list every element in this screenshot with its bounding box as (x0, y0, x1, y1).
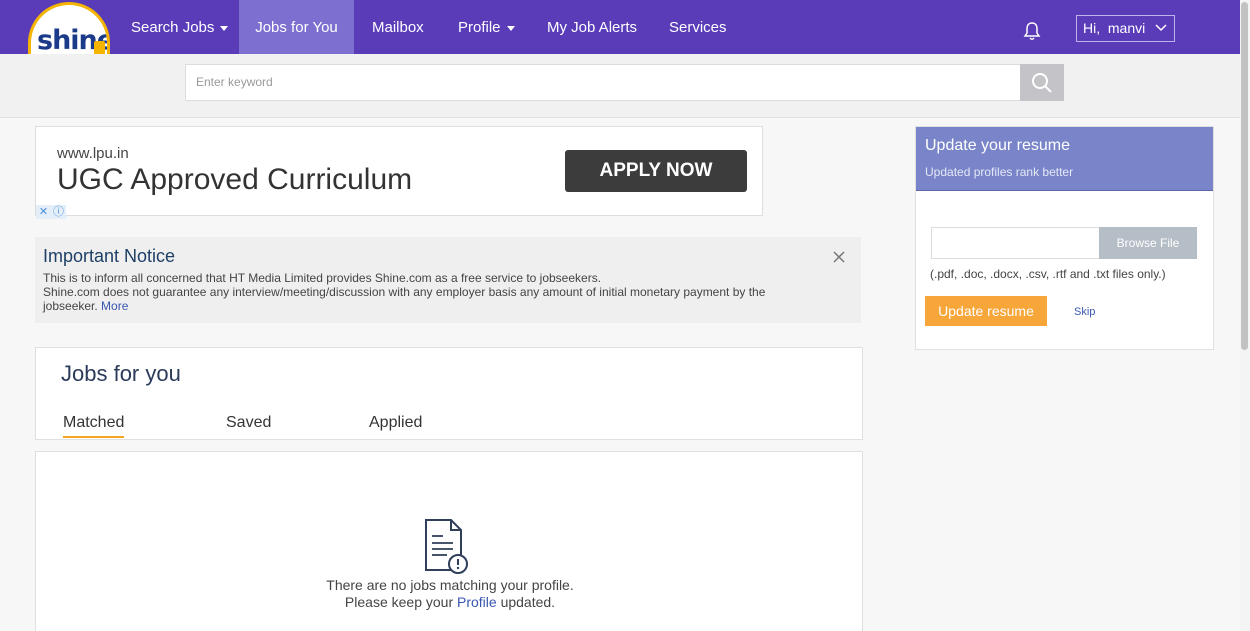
nav-mailbox-label: Mailbox (372, 19, 424, 36)
browse-file-button[interactable]: Browse File (1099, 227, 1197, 259)
nav-job-alerts-label: My Job Alerts (547, 19, 638, 36)
search-button[interactable] (1020, 64, 1064, 101)
file-path-field[interactable] (931, 227, 1100, 259)
profile-link[interactable]: Profile (457, 594, 497, 610)
update-resume-panel: Update your resume Updated profiles rank… (915, 126, 1214, 350)
logo-com-badge (94, 41, 105, 55)
search-placeholder: Enter keyword (196, 75, 273, 89)
nav-profile-label: Profile (458, 19, 501, 36)
nav-services[interactable]: Services (669, 0, 727, 54)
search-icon (1032, 73, 1052, 93)
empty-suffix: updated. (500, 594, 556, 610)
jobs-for-you-card: Jobs for you Matched Saved Applied (35, 347, 863, 440)
notice-line-2: Shine.com does not guarantee any intervi… (43, 285, 766, 313)
search-strip: Enter keyword (0, 54, 1250, 118)
top-navbar: shine Search Jobs Jobs for You Mailbox P… (0, 0, 1250, 58)
tab-applied[interactable]: Applied (369, 414, 422, 432)
search-input[interactable]: Enter keyword (185, 64, 1021, 101)
document-alert-icon (425, 519, 468, 574)
ad-banner[interactable]: www.lpu.in UGC Approved Curriculum APPLY… (35, 126, 763, 219)
ad-url: www.lpu.in (57, 145, 129, 162)
resume-subtitle: Updated profiles rank better (925, 165, 1074, 179)
bell-icon[interactable] (1021, 20, 1043, 42)
close-icon[interactable] (832, 250, 846, 264)
shine-logo[interactable]: shine (28, 2, 110, 58)
ad-choices[interactable]: ✕ ⓘ (36, 202, 68, 219)
nav-search-jobs[interactable]: Search Jobs (131, 0, 229, 54)
notice-more-link[interactable]: More (101, 299, 128, 313)
caret-down-icon (220, 25, 229, 31)
nav-profile[interactable]: Profile (458, 0, 515, 54)
update-resume-button[interactable]: Update resume (925, 296, 1047, 326)
resume-title: Update your resume (925, 137, 1070, 154)
empty-prefix: Please keep your (344, 594, 454, 610)
empty-message-line-2: Please keep your Profile updated. (36, 594, 864, 610)
nav-search-jobs-label: Search Jobs (131, 19, 215, 36)
notice-title: Important Notice (43, 246, 176, 266)
jobs-title: Jobs for you (61, 361, 181, 386)
tab-saved[interactable]: Saved (226, 414, 271, 432)
skip-link[interactable]: Skip (1074, 306, 1095, 318)
scrollbar-thumb[interactable] (1241, 2, 1248, 350)
ad-title: UGC Approved Curriculum (57, 163, 413, 196)
empty-jobs-state: There are no jobs matching your profile.… (35, 451, 863, 631)
important-notice: Important Notice This is to inform all c… (35, 237, 861, 323)
nav-jobs-for-you-label: Jobs for You (255, 19, 338, 36)
resume-header: Update your resume Updated profiles rank… (916, 127, 1213, 191)
notice-body: This is to inform all concerned that HT … (43, 271, 803, 313)
nav-services-label: Services (669, 19, 727, 36)
nav-mailbox[interactable]: Mailbox (372, 0, 424, 54)
ad-info-icon[interactable]: ⓘ (51, 205, 66, 219)
file-types-note: (.pdf, .doc, .docx, .csv, .rtf and .txt … (930, 267, 1166, 281)
chevron-down-icon (1155, 24, 1167, 32)
empty-message-line-1: There are no jobs matching your profile. (326, 577, 574, 593)
nav-jobs-for-you[interactable]: Jobs for You (239, 0, 354, 54)
user-greeting: Hi, manvi (1083, 20, 1146, 36)
user-menu[interactable]: Hi, manvi (1076, 15, 1175, 42)
ad-close-icon[interactable]: ✕ (36, 205, 51, 219)
nav-job-alerts[interactable]: My Job Alerts (547, 0, 637, 54)
tab-matched[interactable]: Matched (63, 414, 125, 438)
caret-down-icon (506, 25, 515, 31)
notice-line-1: This is to inform all concerned that HT … (43, 271, 602, 285)
ad-apply-button[interactable]: APPLY NOW (565, 150, 747, 192)
